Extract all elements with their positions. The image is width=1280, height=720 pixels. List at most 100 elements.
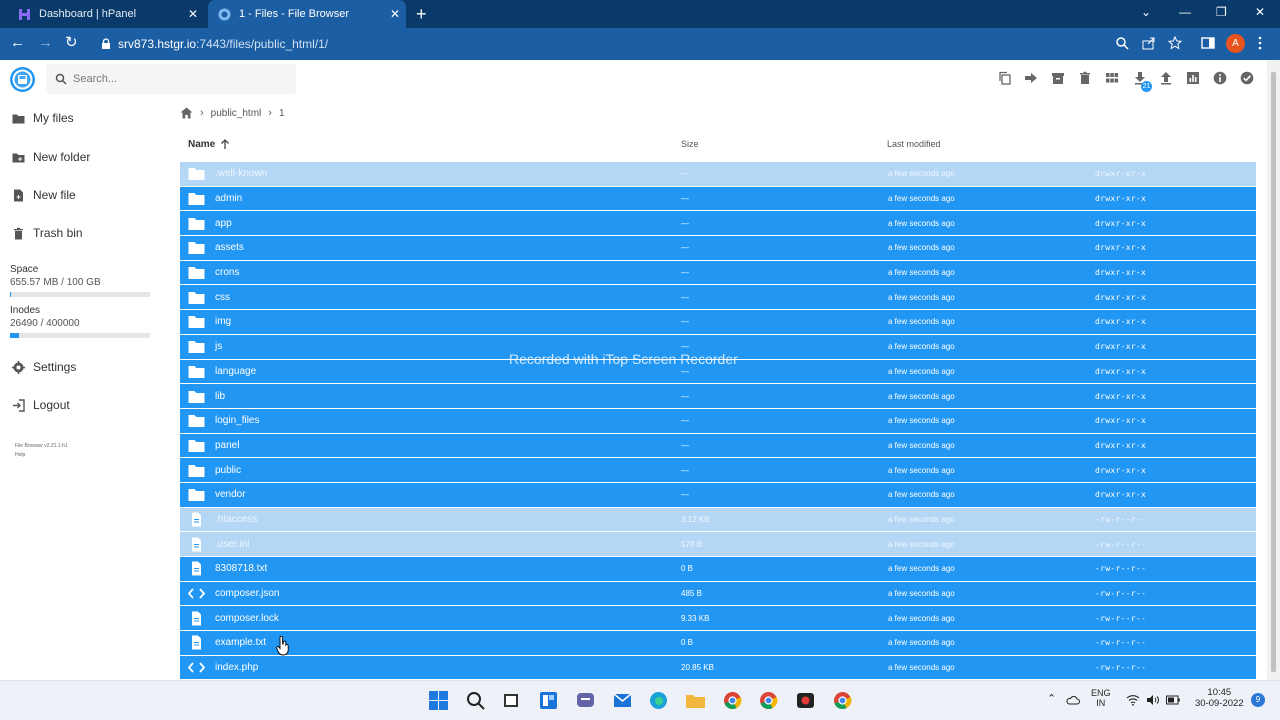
browser-tab-file-browser[interactable]: 1 - Files - File Browser ✕ bbox=[208, 0, 406, 28]
folder-icon bbox=[188, 242, 205, 255]
file-row[interactable]: example.txt 0 B a few seconds ago -rw-r--r-… bbox=[180, 631, 1256, 656]
browser-menu-icon[interactable] bbox=[1257, 36, 1263, 50]
logo-icon bbox=[12, 69, 33, 90]
help-link[interactable]: Help bbox=[15, 452, 25, 458]
search-input[interactable] bbox=[73, 73, 273, 85]
file-permissions: drwxr-xr-x bbox=[1095, 218, 1147, 228]
forward-icon[interactable]: → bbox=[38, 35, 53, 51]
side-panel-icon[interactable] bbox=[1201, 36, 1215, 50]
close-window-icon[interactable]: ✕ bbox=[1255, 5, 1265, 19]
file-row[interactable]: .htaccess 3.12 KB a few seconds ago -rw-r--… bbox=[180, 507, 1256, 533]
file-row[interactable]: login_files — a few seconds ago drwxr-xr-x bbox=[180, 408, 1256, 434]
clock[interactable]: 10:45 30-09-2022 bbox=[1195, 687, 1244, 709]
select-all-icon[interactable] bbox=[1240, 71, 1254, 85]
column-header-name-label: Name bbox=[188, 139, 216, 150]
sidebar-item-logout[interactable]: Logout bbox=[12, 394, 70, 416]
tab-title: Dashboard | hPanel bbox=[39, 8, 137, 20]
volume-icon[interactable] bbox=[1146, 694, 1160, 706]
show-hidden-icons-chevron-icon[interactable]: ⌃ bbox=[1047, 692, 1056, 705]
chrome-icon-2[interactable] bbox=[758, 690, 779, 711]
file-row[interactable]: index.php 20.85 KB a few seconds ago -rw-r-… bbox=[180, 655, 1256, 681]
edge-browser-icon[interactable] bbox=[648, 690, 669, 711]
scrollbar[interactable] bbox=[1267, 60, 1280, 680]
minimize-icon[interactable]: — bbox=[1179, 5, 1191, 19]
close-tab-icon[interactable]: ✕ bbox=[182, 7, 204, 21]
zoom-icon[interactable] bbox=[1115, 36, 1129, 50]
file-explorer-icon[interactable] bbox=[685, 690, 706, 711]
file-permissions: drwxr-xr-x bbox=[1095, 194, 1147, 204]
column-header-size[interactable]: Size bbox=[681, 139, 699, 149]
new-tab-icon[interactable]: + bbox=[416, 5, 427, 23]
reload-icon[interactable]: ↻ bbox=[65, 35, 78, 51]
column-header-name[interactable]: Name bbox=[188, 139, 230, 150]
column-header-modified[interactable]: Last modified bbox=[887, 139, 941, 149]
info-chart-icon[interactable] bbox=[1186, 71, 1200, 85]
windows-start-icon[interactable] bbox=[428, 690, 449, 711]
taskbar-search-icon[interactable] bbox=[465, 690, 486, 711]
task-view-icon[interactable] bbox=[501, 690, 522, 711]
chrome-icon-1[interactable] bbox=[722, 690, 743, 711]
notification-badge[interactable]: 9 bbox=[1251, 693, 1265, 707]
url-path: :7443/files/public_html/1/ bbox=[196, 37, 329, 51]
mail-icon[interactable] bbox=[612, 690, 633, 711]
sidebar-item-new-file[interactable]: New file bbox=[12, 184, 76, 206]
breadcrumb-public-html[interactable]: public_html bbox=[211, 108, 262, 119]
info-icon[interactable] bbox=[1213, 71, 1227, 85]
file-row[interactable]: vendor — a few seconds ago drwxr-xr-x bbox=[180, 482, 1256, 508]
file-row[interactable]: assets — a few seconds ago drwxr-xr-x bbox=[180, 236, 1256, 261]
file-row[interactable]: js — a few seconds ago drwxr-xr-x bbox=[180, 334, 1256, 360]
file-name: app bbox=[215, 217, 232, 229]
language-indicator[interactable]: ENG IN bbox=[1091, 688, 1111, 708]
archive-icon[interactable] bbox=[1051, 71, 1065, 85]
file-row[interactable]: .user.ini 578 B a few seconds ago -rw-r--r-… bbox=[180, 532, 1256, 557]
file-row[interactable]: composer.json 485 B a few seconds ago -rw-r… bbox=[180, 581, 1256, 607]
sidebar-item-trash-bin[interactable]: Trash bin bbox=[12, 222, 83, 244]
scrollbar-thumb[interactable] bbox=[1271, 72, 1276, 672]
file-row[interactable]: public — a few seconds ago drwxr-xr-x bbox=[180, 458, 1256, 483]
file-permissions: drwxr-xr-x bbox=[1095, 490, 1147, 500]
maximize-icon[interactable]: ❐ bbox=[1216, 5, 1227, 19]
wifi-icon[interactable] bbox=[1126, 694, 1140, 706]
upload-icon[interactable] bbox=[1159, 71, 1173, 85]
file-row[interactable]: crons — a few seconds ago drwxr-xr-x bbox=[180, 260, 1256, 286]
sort-arrow-up-icon[interactable] bbox=[220, 139, 230, 150]
file-row[interactable]: css — a few seconds ago drwxr-xr-x bbox=[180, 285, 1256, 311]
tab-search-chevron-icon[interactable]: ⌄ bbox=[1141, 5, 1151, 19]
close-tab-icon[interactable]: ✕ bbox=[384, 7, 406, 21]
teams-chat-icon[interactable] bbox=[575, 690, 596, 711]
file-row[interactable]: language — a few seconds ago drwxr-xr-x bbox=[180, 359, 1256, 385]
file-row[interactable]: img — a few seconds ago drwxr-xr-x bbox=[180, 310, 1256, 335]
address-bar[interactable]: srv873.hstgr.io:7443/files/public_html/1… bbox=[92, 31, 1196, 57]
copy-icon[interactable] bbox=[998, 71, 1012, 85]
file-row[interactable]: app — a few seconds ago drwxr-xr-x bbox=[180, 211, 1256, 237]
file-row[interactable]: admin — a few seconds ago drwxr-xr-x bbox=[180, 186, 1256, 212]
file-modified: a few seconds ago bbox=[888, 194, 955, 204]
profile-avatar[interactable]: A bbox=[1226, 34, 1245, 53]
file-row[interactable]: composer.lock 9.33 KB a few seconds ago -rw… bbox=[180, 606, 1256, 632]
sidebar-item-settings[interactable]: Settings bbox=[12, 356, 76, 378]
delete-icon[interactable] bbox=[1078, 71, 1092, 85]
back-icon[interactable]: ← bbox=[10, 35, 25, 51]
file-row[interactable]: lib — a few seconds ago drwxr-xr-x bbox=[180, 384, 1256, 409]
chrome-icon-3[interactable] bbox=[832, 690, 853, 711]
search-bar[interactable] bbox=[46, 64, 296, 94]
onedrive-cloud-icon[interactable] bbox=[1066, 694, 1080, 706]
widgets-icon[interactable] bbox=[538, 690, 559, 711]
grid-view-icon[interactable] bbox=[1105, 71, 1119, 85]
file-browser-logo[interactable] bbox=[10, 67, 35, 92]
screen-recorder-icon[interactable] bbox=[795, 690, 816, 711]
browser-tab-hpanel[interactable]: Dashboard | hPanel ✕ bbox=[8, 0, 204, 28]
battery-icon[interactable] bbox=[1166, 695, 1180, 705]
share-icon[interactable] bbox=[1142, 36, 1156, 50]
sidebar-item-my-files[interactable]: My files bbox=[12, 107, 74, 129]
bookmark-star-icon[interactable] bbox=[1168, 36, 1182, 50]
sidebar-item-new-folder[interactable]: New folder bbox=[12, 146, 90, 168]
home-icon[interactable] bbox=[180, 107, 193, 119]
file-row[interactable]: 8308718.txt 0 B a few seconds ago -rw-r--r-… bbox=[180, 557, 1256, 582]
file-row[interactable]: panel — a few seconds ago drwxr-xr-x bbox=[180, 433, 1256, 459]
breadcrumb-current[interactable]: 1 bbox=[279, 108, 285, 119]
file-name: composer.json bbox=[215, 588, 280, 600]
file-row[interactable]: .well-known — a few seconds ago drwxr-xr-x bbox=[180, 162, 1256, 187]
chevron-right-icon: › bbox=[200, 107, 204, 119]
move-icon[interactable] bbox=[1024, 71, 1038, 85]
